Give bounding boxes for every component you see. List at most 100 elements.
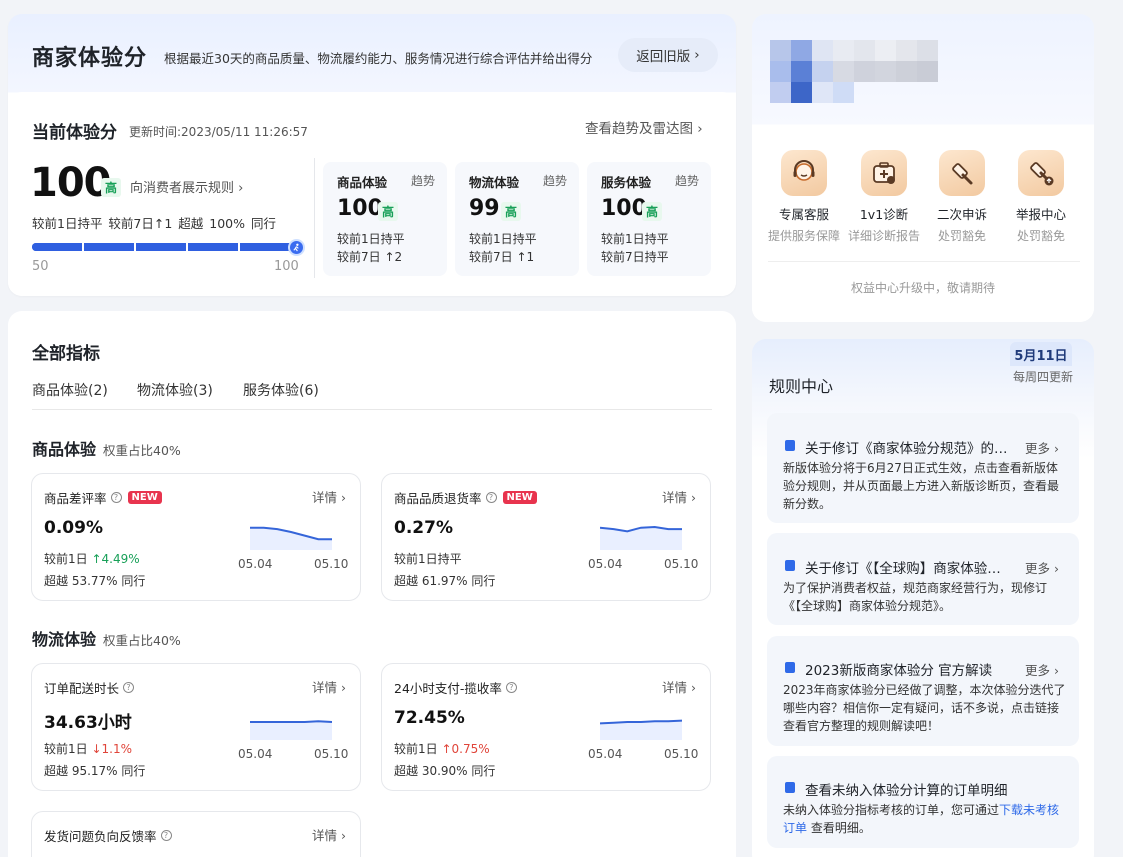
- benefit-name: 1v1诊断: [859, 207, 909, 222]
- metric-sparkline: [250, 526, 332, 550]
- subscore-level-badge: 高: [642, 202, 663, 221]
- view-trend-radar-link[interactable]: 查看趋势及雷达图 ›: [585, 117, 703, 137]
- avatar-mosaic: [812, 61, 833, 82]
- gavel-icon: [939, 150, 985, 196]
- rule-item[interactable]: 关于修订《【全球购】商家体验… 更多 › 为了保护消费者权益，规范商家经营行为，…: [767, 533, 1079, 625]
- benefit-dedicated-service[interactable]: 专属客服 提供服务保障: [764, 150, 844, 244]
- rule-more-link[interactable]: 更多 ›: [1025, 438, 1059, 457]
- chevron-right-icon: ›: [694, 47, 700, 63]
- subscore-compare-1d: 较前1日持平: [469, 232, 537, 246]
- consumer-display-rule-label: 向消费者展示规则: [130, 181, 235, 196]
- metric-detail-link[interactable]: 详情 ›: [312, 825, 346, 844]
- metric-compare-prefix: 较前1日: [44, 552, 88, 566]
- new-badge: NEW: [127, 491, 162, 504]
- subscore-card-service: 服务体验 趋势 100 高 较前1日持平 较前7日持平: [587, 162, 711, 276]
- chevron-right-icon: ›: [341, 828, 346, 843]
- metric-detail-link[interactable]: 详情 ›: [662, 487, 696, 506]
- rule-item[interactable]: 查看未纳入体验分计算的订单明细 未纳入体验分指标考核的订单，您可通过下载未考核订…: [767, 756, 1079, 848]
- score-comparison: 较前1日持平 较前7日↑1 超越 100% 同行: [32, 216, 276, 231]
- benefit-desc: 处罚豁免: [937, 229, 986, 243]
- metric-detail-link[interactable]: 详情 ›: [312, 677, 346, 696]
- rules-update-date: 5月11日: [1010, 342, 1072, 366]
- rule-summary-prefix: 未纳入体验分指标考核的订单，您可通过: [783, 803, 1000, 817]
- metric-card-delivery-duration: 订单配送时长 ? 详情 › 34.63小时 较前1日 ↓1.1% 超越 95.1…: [31, 663, 361, 791]
- metric-compare-1d: 较前1日 ↓1.1%: [44, 740, 132, 757]
- metric-surpass: 超越 95.17% 同行: [44, 764, 146, 778]
- update-time: 更新时间:2023/05/11 11:26:57: [129, 125, 308, 139]
- document-icon: [785, 782, 795, 793]
- consumer-display-rule-link[interactable]: 向消费者展示规则 ›: [130, 177, 243, 196]
- document-icon: [785, 560, 795, 571]
- help-icon[interactable]: ?: [505, 682, 517, 693]
- help-icon[interactable]: ?: [160, 830, 172, 841]
- metric-detail-link[interactable]: 详情 ›: [312, 487, 346, 506]
- metric-change: ↓1.1%: [91, 742, 133, 756]
- avatar-mosaic: [896, 61, 917, 82]
- benefit-1v1-diagnosis[interactable]: 1v1诊断 详细诊断报告: [844, 150, 924, 244]
- section-title-product: 商品体验: [32, 440, 97, 459]
- metric-detail-link[interactable]: 详情 ›: [662, 677, 696, 696]
- metric-detail-label: 详情: [662, 680, 688, 695]
- progress-tick: [134, 243, 136, 251]
- score-progress-bar: [32, 243, 294, 251]
- rule-item[interactable]: 关于修订《商家体验分规范》的… 更多 › 新版体验分将于6月27日正式生效，点击…: [767, 413, 1079, 523]
- metric-value: 0.27%: [394, 518, 453, 538]
- back-to-old-version-button[interactable]: 返回旧版 ›: [618, 38, 718, 72]
- sparkline-line: [250, 720, 332, 723]
- avatar-mosaic: [770, 40, 791, 61]
- metric-surpass: 超越 53.77% 同行: [44, 574, 146, 588]
- progress-tick: [82, 243, 84, 251]
- rule-more-label: 更多: [1025, 663, 1051, 678]
- rule-more-label: 更多: [1025, 441, 1051, 456]
- help-icon[interactable]: ?: [123, 682, 135, 693]
- sparkline-end-date: 05.10: [314, 557, 349, 571]
- subscore-trend-link[interactable]: 趋势: [675, 172, 699, 189]
- tab-divider: [32, 409, 712, 410]
- rule-item[interactable]: 2023新版商家体验分 官方解读 更多 › 2023年商家体验分已经做了调整，本…: [767, 636, 1079, 746]
- subscore-value: 100: [601, 196, 647, 221]
- chevron-right-icon: ›: [341, 490, 346, 505]
- sparkline-start-date: 05.04: [238, 747, 273, 761]
- sparkline-end-date: 05.10: [314, 747, 349, 761]
- back-to-old-version-label: 返回旧版: [636, 49, 691, 65]
- tab-product-experience[interactable]: 商品体验(2): [32, 380, 108, 400]
- section-weight: 权重占比40%: [103, 633, 181, 648]
- subscore-trend-link[interactable]: 趋势: [543, 172, 567, 189]
- benefits-upgrade-tip: 权益中心升级中，敬请期待: [850, 281, 995, 295]
- metric-detail-label: 详情: [312, 680, 338, 695]
- metric-card-shipping-negative-feedback: 发货问题负向反馈率 ? 详情 ›: [31, 811, 361, 857]
- tab-service-experience[interactable]: 服务体验(6): [243, 380, 319, 400]
- metric-name: 24小时支付-揽收率 ?: [394, 678, 517, 697]
- rule-more-link[interactable]: 更多 ›: [1025, 660, 1059, 679]
- help-icon[interactable]: ?: [110, 492, 122, 503]
- metric-detail-label: 详情: [312, 490, 338, 505]
- avatar-mosaic: [791, 82, 812, 103]
- rule-more-label: 更多: [1025, 561, 1051, 576]
- help-icon[interactable]: ?: [485, 492, 497, 503]
- metric-compare-prefix: 较前1日: [394, 742, 438, 756]
- rule-summary: 新版体验分将于6月27日正式生效，点击查看新版体验分规则，并从页面最上方进入新版…: [783, 461, 1060, 511]
- rule-title: 关于修订《商家体验分规范》的…: [805, 441, 1008, 457]
- benefit-desc: 详细诊断报告: [847, 229, 920, 243]
- rules-update-frequency: 每周四更新: [1013, 370, 1074, 384]
- document-icon: [785, 662, 795, 673]
- metric-name: 发货问题负向反馈率 ?: [44, 826, 172, 845]
- metric-compare-prefix: 较前1日: [44, 742, 88, 756]
- metric-card-24h-pickup-rate: 24小时支付-揽收率 ? 详情 › 72.45% 较前1日 ↑0.75% 超越 …: [381, 663, 711, 791]
- metric-detail-label: 详情: [312, 828, 338, 843]
- benefit-desc: 提供服务保障: [767, 229, 840, 243]
- chevron-right-icon: ›: [238, 181, 244, 196]
- avatar-mosaic: [770, 82, 791, 103]
- avatar-mosaic: [896, 40, 917, 61]
- tab-logistics-experience[interactable]: 物流体验(3): [137, 380, 213, 400]
- total-score: 100: [30, 160, 111, 206]
- rule-more-link[interactable]: 更多 ›: [1025, 558, 1059, 577]
- benefit-second-appeal[interactable]: 二次申诉 处罚豁免: [922, 150, 1002, 244]
- metric-card-negative-review-rate: 商品差评率 ? NEW 详情 › 0.09% 较前1日 ↑4.49% 超越 53…: [31, 473, 361, 601]
- metric-change: ↑0.75%: [441, 742, 490, 756]
- avatar-mosaic: [812, 82, 833, 103]
- benefit-report-center[interactable]: 举报中心 处罚豁免: [1001, 150, 1081, 244]
- avatar-mosaic: [917, 61, 938, 82]
- page-description: 根据最近30天的商品质量、物流履约能力、服务情况进行综合评估并给出得分: [164, 51, 593, 66]
- subscore-trend-link[interactable]: 趋势: [411, 172, 435, 189]
